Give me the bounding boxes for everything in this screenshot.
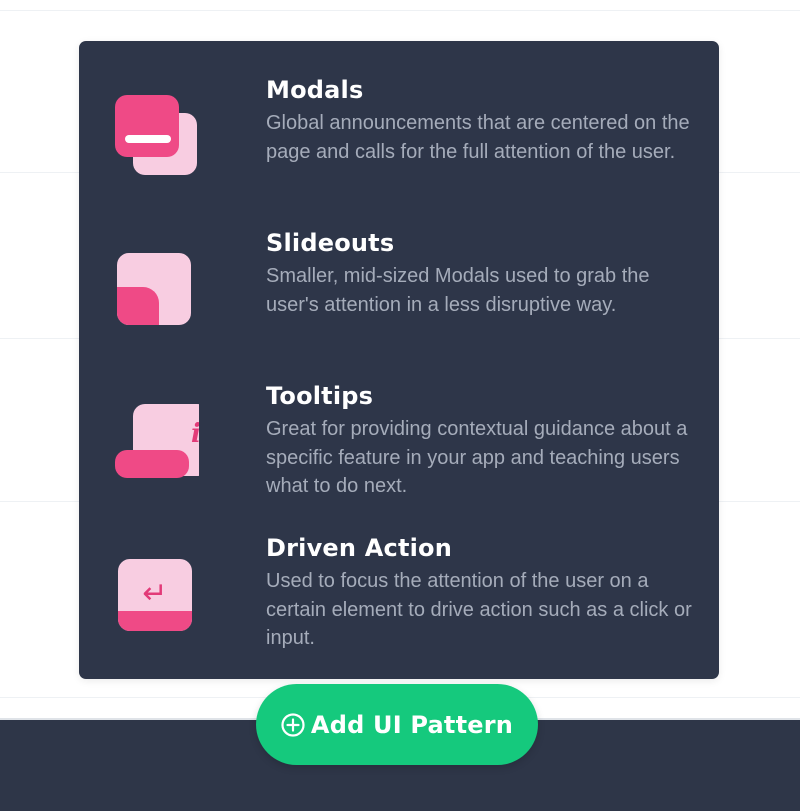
plus-circle-icon xyxy=(281,712,305,737)
menu-item-slideouts[interactable]: Slideouts Smaller, mid-sized Modals used… xyxy=(79,228,719,368)
background-divider xyxy=(0,10,800,11)
menu-item-tooltips[interactable]: i Tooltips Great for providing contextua… xyxy=(79,381,719,521)
menu-item-title: Modals xyxy=(266,76,364,104)
menu-item-description: Smaller, mid-sized Modals used to grab t… xyxy=(266,265,650,316)
menu-item-description: Global announcements that are centered o… xyxy=(266,112,690,163)
menu-item-title: Slideouts xyxy=(266,229,395,257)
page: Modals Global announcements that are cen… xyxy=(0,0,800,811)
modal-icon xyxy=(115,95,197,175)
menu-item-text: Slideouts Smaller, mid-sized Modals used… xyxy=(266,228,696,319)
ui-pattern-menu: Modals Global announcements that are cen… xyxy=(79,41,719,679)
tooltip-icon: i xyxy=(115,404,199,478)
menu-item-driven-action[interactable]: ↵ Driven Action Used to focus the attent… xyxy=(79,533,719,673)
menu-item-title: Driven Action xyxy=(266,534,453,562)
enter-arrow-icon: ↵ xyxy=(142,576,167,611)
menu-item-text: Driven Action Used to focus the attentio… xyxy=(266,533,696,653)
menu-item-title: Tooltips xyxy=(266,382,374,410)
add-ui-pattern-button[interactable]: Add UI Pattern xyxy=(256,684,538,765)
menu-item-description: Used to focus the attention of the user … xyxy=(266,570,692,649)
add-ui-pattern-label: Add UI Pattern xyxy=(310,710,514,739)
slideout-icon xyxy=(117,253,191,325)
menu-item-modals[interactable]: Modals Global announcements that are cen… xyxy=(79,75,719,215)
menu-item-text: Modals Global announcements that are cen… xyxy=(266,75,696,166)
menu-item-text: Tooltips Great for providing contextual … xyxy=(266,381,696,501)
info-glyph: i xyxy=(191,419,199,449)
driven-action-icon: ↵ xyxy=(118,559,192,631)
menu-item-description: Great for providing contextual guidance … xyxy=(266,418,688,497)
